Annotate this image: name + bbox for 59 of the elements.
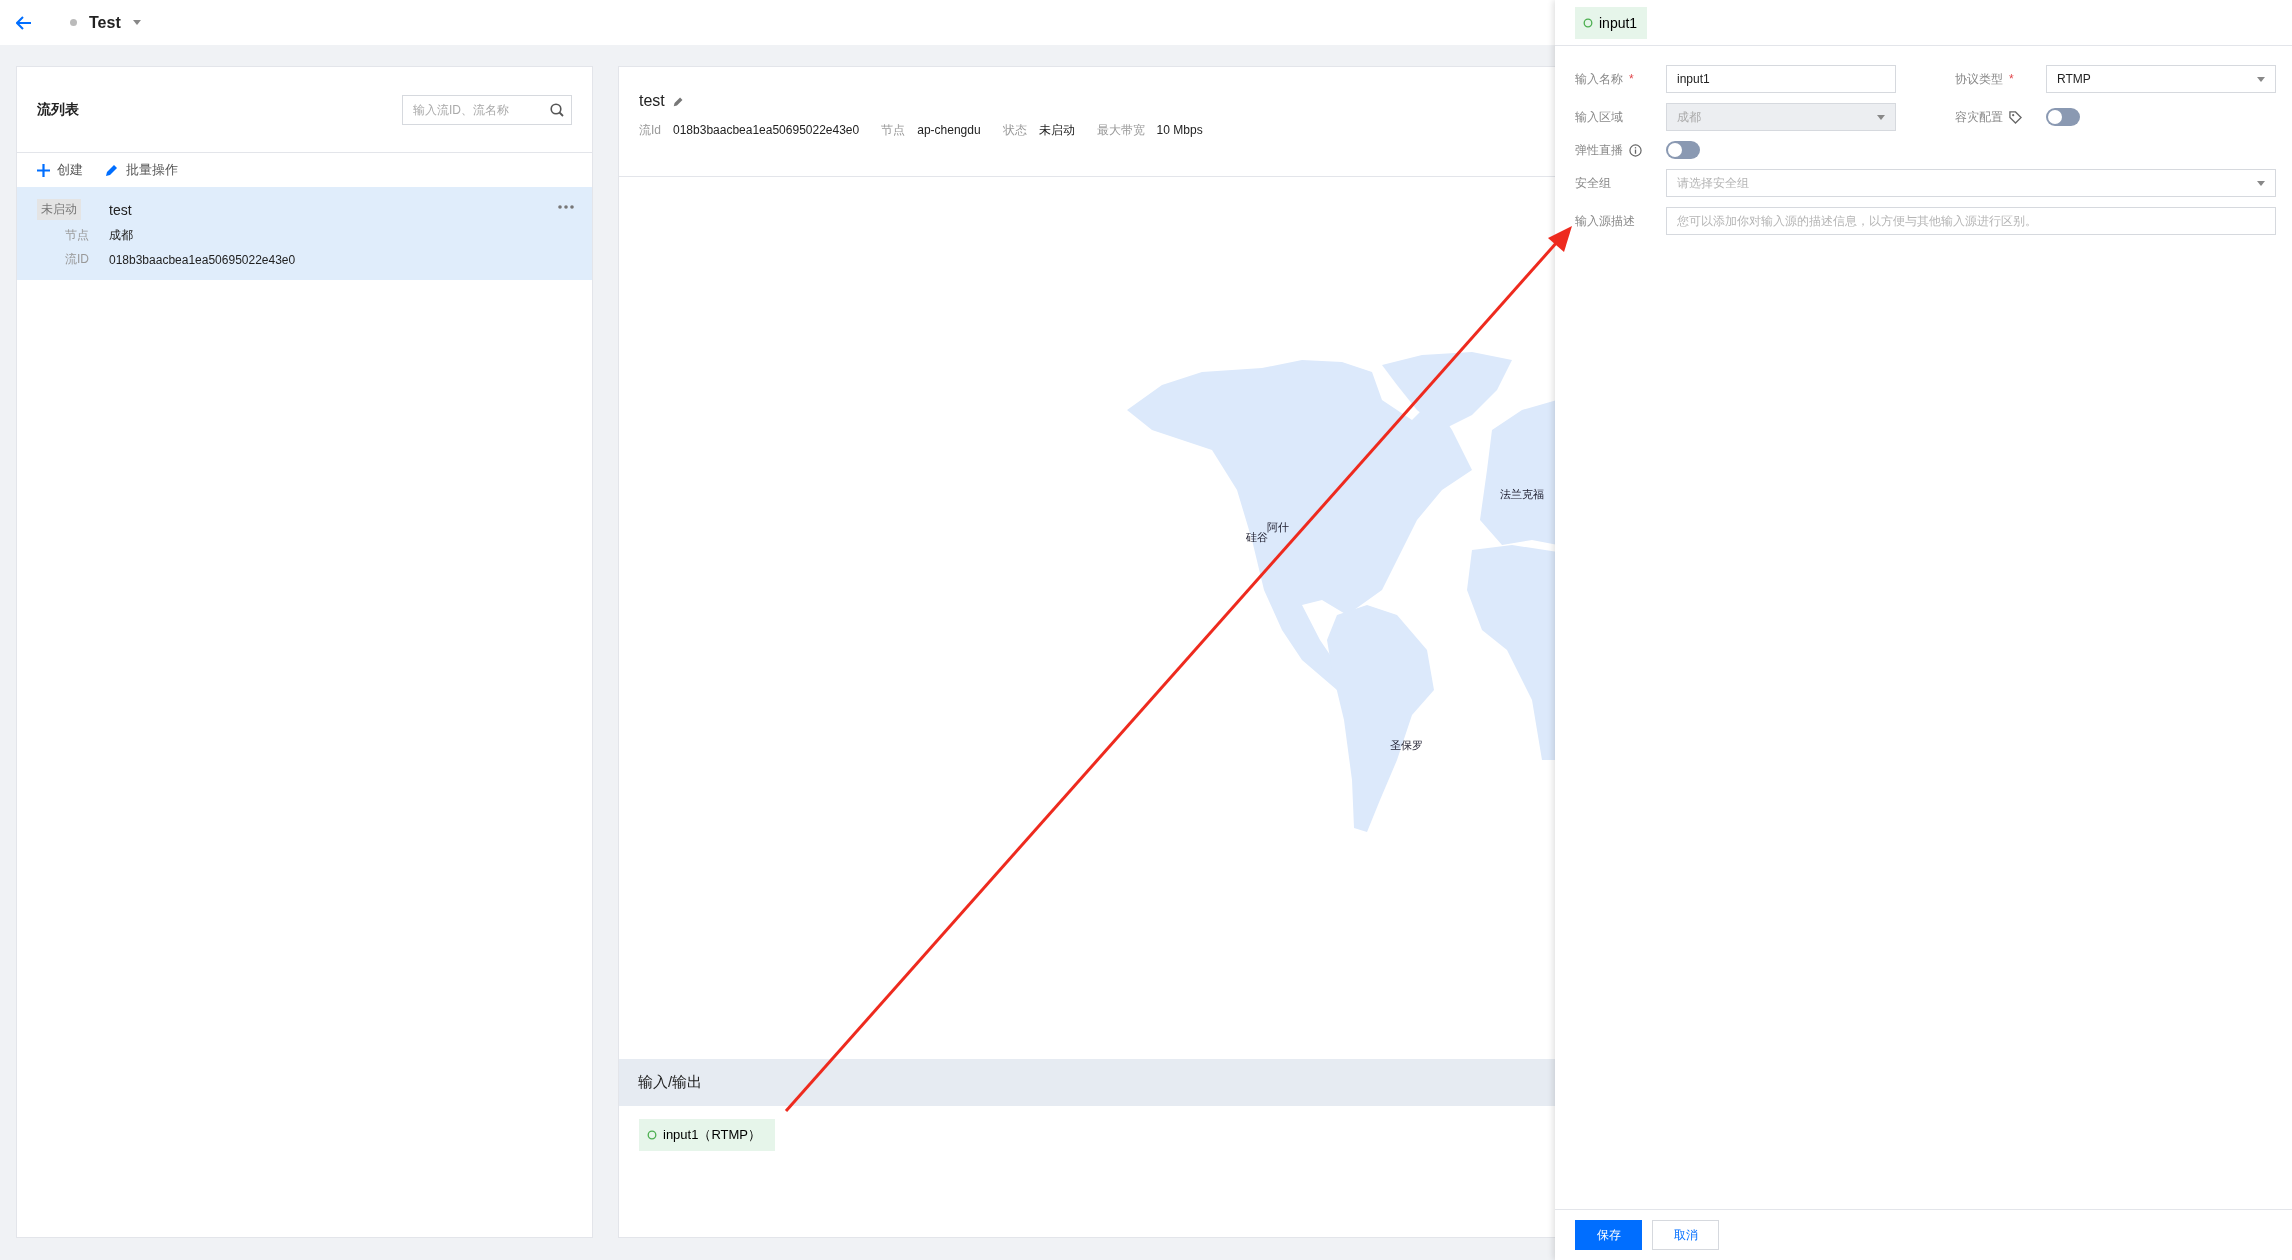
plus-icon bbox=[37, 163, 50, 177]
back-icon[interactable] bbox=[16, 15, 32, 30]
field-label: 节点 bbox=[64, 227, 89, 244]
field-label: 容灾配置 bbox=[1955, 108, 2003, 126]
stream-title: test bbox=[639, 92, 665, 110]
field-label: 输入源描述 bbox=[1575, 212, 1635, 230]
field-label: 安全组 bbox=[1575, 174, 1611, 192]
page-title: Test bbox=[89, 13, 121, 32]
required-mark: * bbox=[1629, 72, 1634, 86]
tag-icon bbox=[2009, 110, 2022, 124]
panel-title: 流列表 bbox=[37, 100, 79, 119]
toggle-switch[interactable] bbox=[2046, 108, 2080, 126]
meta-label: 流Id bbox=[639, 123, 661, 137]
stream-list-item[interactable]: 未启动 test 节点 成都 流ID 018b3baacbea1ea50695022e43e0 bbox=[17, 187, 592, 280]
save-button[interactable]: 保存 bbox=[1575, 1220, 1642, 1250]
field-label: 协议类型 bbox=[1955, 70, 2003, 88]
required-mark: * bbox=[2009, 72, 2014, 86]
meta-value: ap-chengdu bbox=[917, 123, 981, 137]
city-label: 圣保罗 bbox=[1390, 738, 1423, 753]
city-label: 阿什 bbox=[1267, 520, 1289, 535]
meta-label: 节点 bbox=[881, 123, 906, 137]
search-icon[interactable] bbox=[550, 102, 564, 117]
input-tag[interactable]: input1（RTMP） bbox=[639, 1119, 775, 1151]
field-label: 弹性直播 bbox=[1575, 141, 1623, 159]
field-label: 输入名称 bbox=[1575, 70, 1623, 88]
meta-label: 状态 bbox=[1002, 123, 1027, 137]
select-field[interactable]: RTMP bbox=[2046, 65, 2276, 93]
city-label: 硅谷 bbox=[1246, 531, 1268, 545]
circle-icon bbox=[647, 1130, 657, 1140]
caret-icon bbox=[1877, 114, 1885, 120]
create-button[interactable]: 创建 bbox=[37, 161, 83, 179]
meta-label: 最大带宽 bbox=[1096, 123, 1145, 137]
city-label: 法兰克福 bbox=[1500, 487, 1544, 502]
field-value: 018b3baacbea1ea50695022e43e0 bbox=[109, 252, 297, 267]
cancel-button[interactable]: 取消 bbox=[1652, 1220, 1719, 1250]
info-icon bbox=[1629, 143, 1642, 157]
stream-name: test bbox=[109, 201, 132, 218]
field-label: 流ID bbox=[64, 251, 89, 268]
field-label: 输入区域 bbox=[1575, 108, 1623, 126]
section-title: 输入/输出 bbox=[638, 1073, 703, 1092]
input-tab[interactable]: input1 bbox=[1575, 6, 1648, 39]
meta-value: 未启动 bbox=[1038, 123, 1075, 137]
meta-value: 10 Mbps bbox=[1156, 123, 1203, 137]
circle-icon bbox=[1583, 17, 1593, 28]
batch-edit-button[interactable]: 批量操作 bbox=[105, 161, 178, 179]
pencil-icon bbox=[105, 163, 119, 177]
toggle-switch[interactable] bbox=[1666, 141, 1700, 159]
search-field[interactable]: 输入流ID、流名称 bbox=[402, 94, 572, 125]
meta-value: 018b3baacbea1ea50695022e43e0 bbox=[673, 123, 860, 137]
caret-icon bbox=[2257, 180, 2265, 186]
status-dot bbox=[70, 19, 77, 26]
field-value: 成都 bbox=[109, 227, 134, 244]
name-field[interactable]: input1 bbox=[1666, 65, 1896, 93]
dropdown-caret-icon bbox=[132, 20, 141, 25]
status-tag: 未启动 bbox=[37, 199, 81, 220]
description-field[interactable]: 您可以添加你对输入源的描述信息，以方便与其他输入源进行区别。 bbox=[1666, 207, 2276, 235]
pencil-icon[interactable] bbox=[672, 95, 684, 107]
more-icon[interactable] bbox=[558, 205, 574, 209]
caret-icon bbox=[2257, 76, 2265, 82]
